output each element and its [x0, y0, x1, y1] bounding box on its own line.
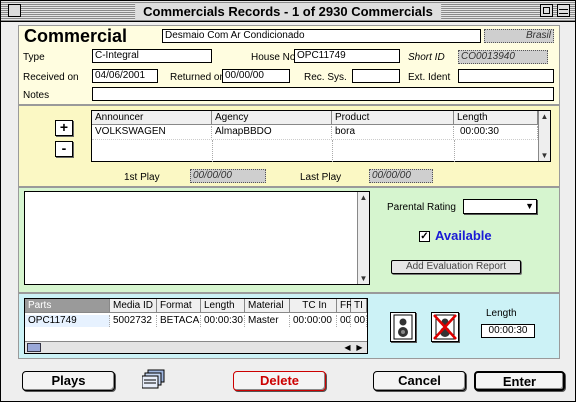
ext-ident-field[interactable] — [458, 69, 554, 83]
announcers-panel: + - Announcer Agency Product Length VOLK… — [18, 105, 560, 187]
table-cell[interactable]: bora — [332, 126, 454, 138]
collapse-box-icon[interactable] — [557, 4, 570, 17]
type-label: Type — [23, 52, 45, 63]
table-cell[interactable]: 00 — [337, 315, 351, 327]
available-checkbox[interactable]: ✓ — [419, 231, 430, 242]
first-play-field: 00/00/00 — [190, 169, 266, 183]
rec-sys-label: Rec. Sys. — [304, 72, 347, 83]
table-cell[interactable]: OPC11749 — [25, 315, 110, 327]
last-play-label: Last Play — [300, 172, 342, 183]
scroll-up-icon[interactable]: ▲ — [358, 192, 369, 203]
column-header-parts[interactable]: Parts — [25, 299, 110, 313]
parts-table: Parts Media ID Format Length Material TC… — [24, 298, 368, 354]
commercials-window: Commercials Records - 1 of 2930 Commerci… — [0, 0, 576, 402]
window-title: Commercials Records - 1 of 2930 Commerci… — [135, 3, 441, 20]
short-id-field: CO0013940 — [458, 50, 548, 64]
table-cell[interactable]: Master — [245, 315, 290, 327]
announcers-vertical-scrollbar[interactable]: ▲ ▼ — [538, 111, 550, 161]
last-play-field: 00/00/00 — [369, 169, 433, 183]
scroll-down-icon[interactable]: ▼ — [358, 273, 369, 284]
type-field[interactable]: C-Integral — [92, 49, 212, 63]
announcers-table: Announcer Agency Product Length VOLKSWAG… — [91, 110, 551, 162]
scroll-down-icon[interactable]: ▼ — [539, 150, 550, 161]
evaluation-text-area[interactable]: ▲ ▼ — [24, 191, 370, 285]
delete-button[interactable]: Delete — [233, 371, 326, 391]
country-field: Brasil — [484, 29, 554, 43]
column-header-length[interactable]: Length — [201, 299, 245, 313]
column-header-announcer[interactable]: Announcer — [92, 111, 212, 125]
remove-row-button[interactable]: - — [55, 141, 73, 157]
first-play-label: 1st Play — [124, 172, 160, 183]
add-row-button[interactable]: + — [55, 120, 73, 136]
table-cell[interactable]: 00:00:30 — [454, 126, 538, 138]
chevron-down-icon: ▼ — [525, 201, 534, 211]
scroll-thumb[interactable] — [27, 343, 41, 352]
table-cell[interactable]: AlmapBBDO — [212, 126, 332, 138]
info-panel: Commercial Desmaio Com Ar Condicionado B… — [18, 25, 560, 105]
length-label: Length — [486, 308, 517, 319]
notes-label: Notes — [23, 90, 50, 101]
received-on-label: Received on — [23, 72, 79, 83]
plays-button[interactable]: Plays — [22, 371, 115, 391]
column-header-agency[interactable]: Agency — [212, 111, 332, 125]
table-cell[interactable]: VOLKSWAGEN — [92, 126, 212, 138]
column-header-fr[interactable]: FR — [337, 299, 353, 313]
scroll-up-icon[interactable]: ▲ — [539, 111, 550, 122]
notes-field[interactable] — [92, 87, 554, 101]
scroll-left-icon[interactable]: ◀ — [342, 342, 353, 353]
title-field[interactable]: Desmaio Com Ar Condicionado — [162, 29, 481, 43]
house-no-label: House No — [251, 52, 296, 63]
parental-rating-label: Parental Rating — [387, 202, 456, 213]
records-icon[interactable] — [141, 369, 168, 391]
column-header-format[interactable]: Format — [157, 299, 201, 313]
length-field[interactable]: 00:00:30 — [481, 324, 535, 338]
close-box-icon[interactable] — [8, 4, 21, 17]
short-id-label: Short ID — [408, 52, 445, 63]
evaluation-vertical-scrollbar[interactable]: ▲ ▼ — [357, 192, 369, 284]
ext-ident-label: Ext. Ident — [408, 72, 451, 83]
table-cell[interactable]: BETACAN — [157, 315, 201, 327]
title-bar[interactable]: Commercials Records - 1 of 2930 Commerci… — [1, 1, 575, 22]
evaluation-panel: ▲ ▼ Parental Rating ▼ ✓ Available Add Ev… — [18, 187, 560, 293]
speaker-icon[interactable] — [390, 312, 416, 342]
table-cell[interactable]: 00 — [351, 315, 367, 327]
column-header-material[interactable]: Material — [245, 299, 290, 313]
scroll-right-icon[interactable]: ▶ — [354, 342, 365, 353]
empty-rows — [92, 139, 538, 162]
enter-button[interactable]: Enter — [474, 371, 565, 391]
available-label: Available — [435, 228, 492, 243]
table-cell[interactable]: 00:00:30 — [201, 315, 245, 327]
column-header-ti[interactable]: TI — [351, 299, 367, 313]
parts-panel: Parts Media ID Format Length Material TC… — [18, 293, 560, 359]
parts-horizontal-scrollbar[interactable]: ◀ ▶ — [25, 341, 367, 353]
zoom-box-icon[interactable] — [540, 4, 553, 17]
parental-rating-select[interactable]: ▼ — [463, 199, 537, 214]
record-heading: Commercial — [24, 26, 128, 46]
house-no-field[interactable]: OPC11749 — [294, 49, 400, 63]
returned-on-field[interactable]: 00/00/00 — [222, 69, 290, 83]
table-cell[interactable]: 5002732 — [110, 315, 157, 327]
column-header-media-id[interactable]: Media ID — [110, 299, 157, 313]
column-header-tc-in[interactable]: TC In — [290, 299, 337, 313]
cancel-button[interactable]: Cancel — [373, 371, 466, 391]
table-cell[interactable]: 00:00:00 — [290, 315, 337, 327]
add-evaluation-report-button[interactable]: Add Evaluation Report — [391, 260, 521, 274]
column-header-length[interactable]: Length — [454, 111, 538, 125]
received-on-field[interactable]: 04/06/2001 — [92, 69, 158, 83]
speaker-disabled-icon[interactable] — [431, 312, 459, 342]
returned-on-label: Returned on — [170, 72, 226, 83]
column-header-product[interactable]: Product — [332, 111, 454, 125]
rec-sys-field[interactable] — [352, 69, 400, 83]
